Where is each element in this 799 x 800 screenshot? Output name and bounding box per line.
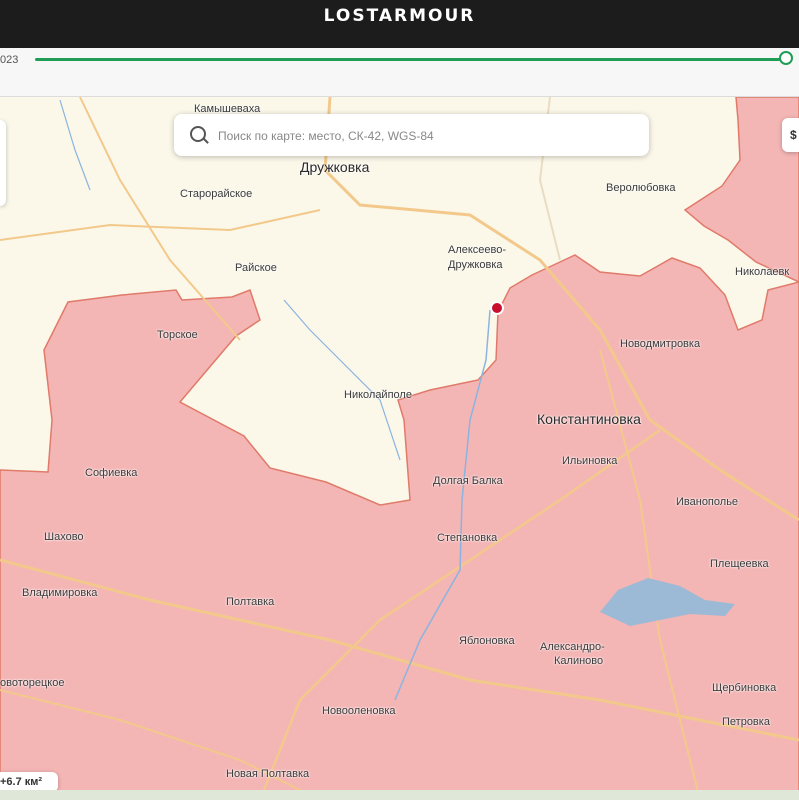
place-label: Николаевк bbox=[735, 266, 790, 278]
site-logo[interactable]: LOSTARMOUR bbox=[0, 6, 799, 26]
map-layer bbox=[0, 97, 799, 800]
place-label: Калиново bbox=[554, 655, 604, 667]
place-label: Константиновка bbox=[537, 411, 641, 427]
place-label: Петровка bbox=[722, 716, 770, 728]
place-label: овоторецкое bbox=[0, 677, 65, 689]
area-badge: +6.7 км² bbox=[0, 772, 58, 792]
timeline-handle[interactable] bbox=[779, 51, 793, 65]
place-label: Дружковка bbox=[300, 159, 370, 175]
search-input[interactable] bbox=[216, 124, 640, 148]
place-label: Полтавка bbox=[226, 596, 275, 608]
place-label: Шахово bbox=[44, 531, 84, 543]
place-label: Долгая Балка bbox=[433, 475, 503, 487]
place-label: Новооленовка bbox=[322, 705, 396, 717]
place-label: Алексеево- bbox=[448, 244, 507, 256]
bottom-strip bbox=[0, 790, 799, 800]
place-label: Ильиновка bbox=[562, 455, 618, 467]
timeline-bar: 023 bbox=[0, 48, 799, 97]
place-label: Софиевка bbox=[85, 467, 138, 479]
map-marker[interactable] bbox=[490, 301, 504, 315]
place-label: Александро- bbox=[540, 641, 605, 653]
search-icon bbox=[190, 126, 206, 142]
timeline-date-label: 023 bbox=[0, 54, 19, 66]
place-label: Щербиновка bbox=[712, 682, 777, 694]
place-label: Дружковка bbox=[448, 259, 503, 271]
place-label: Иванополье bbox=[676, 496, 739, 508]
map-search-box bbox=[174, 114, 649, 156]
place-label: Веролюбовка bbox=[606, 182, 676, 194]
place-label: Яблоновка bbox=[459, 635, 515, 647]
place-label: Николайполе bbox=[344, 389, 412, 401]
map-canvas[interactable]: Камышеваха Дружковка Старорайское Веролю… bbox=[0, 97, 799, 800]
place-label: Степановка bbox=[437, 532, 498, 544]
top-bar: LOSTARMOUR bbox=[0, 0, 799, 48]
place-label: Торское bbox=[157, 329, 198, 341]
place-label: Старорайское bbox=[180, 188, 253, 200]
currency-button[interactable]: $ bbox=[782, 118, 799, 152]
left-panel-toggle[interactable] bbox=[0, 120, 6, 206]
place-label: Новая Полтавка bbox=[226, 768, 310, 780]
place-label: Новодмитровка bbox=[620, 338, 701, 350]
place-label: Райское bbox=[235, 262, 277, 274]
place-label: Владимировка bbox=[22, 587, 98, 599]
timeline-track[interactable] bbox=[35, 58, 787, 61]
place-label: Плещеевка bbox=[710, 558, 769, 570]
